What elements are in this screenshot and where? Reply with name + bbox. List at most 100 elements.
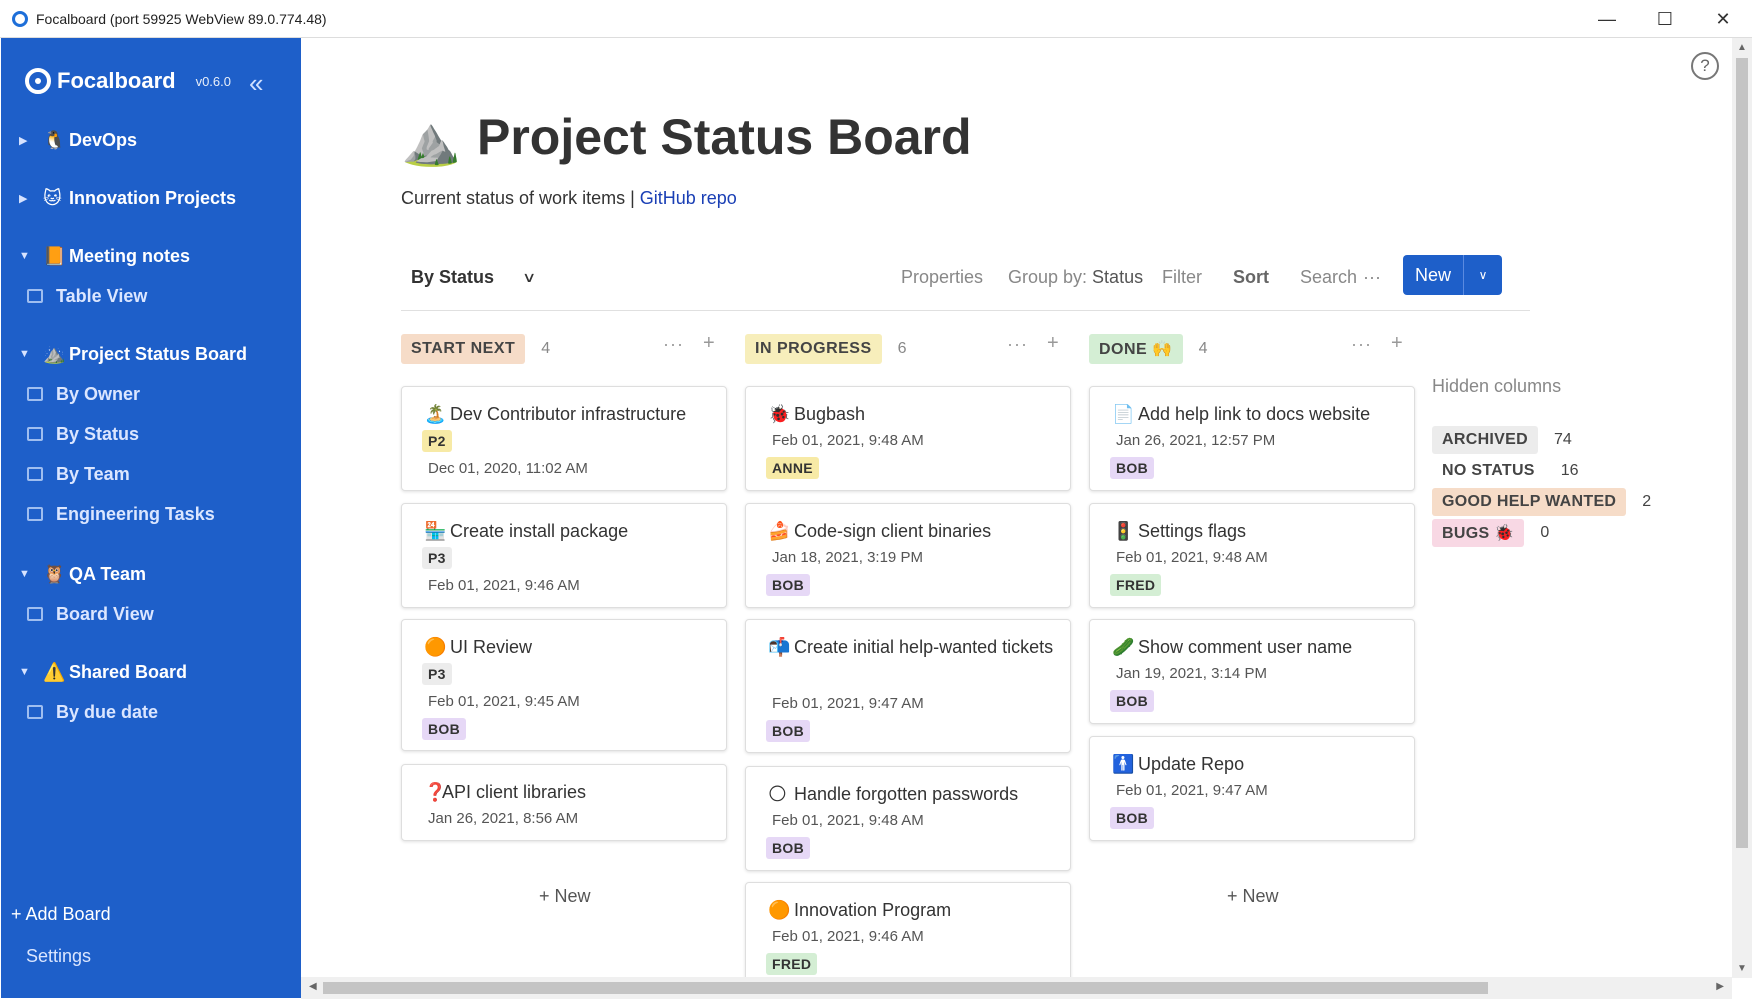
new-dropdown-chevron-icon[interactable]: ∨: [1463, 255, 1502, 295]
card-create-install-package[interactable]: 🏪Create install package P3 Feb 01, 2021,…: [401, 503, 727, 608]
person-tag: ANNE: [766, 457, 819, 479]
sidebar-view-engineering-tasks[interactable]: Engineering Tasks: [1, 494, 301, 534]
group-by-button[interactable]: Group by:Status: [1008, 255, 1143, 299]
hidden-column-label[interactable]: NO STATUS: [1432, 457, 1545, 485]
card-add-help-link-to-docs-website[interactable]: 📄Add help link to docs website Jan 26, 2…: [1089, 386, 1415, 491]
card-show-comment-user-name[interactable]: 🥒Show comment user name Jan 19, 2021, 3:…: [1089, 619, 1415, 724]
help-icon[interactable]: ?: [1691, 52, 1719, 80]
new-button-label[interactable]: New: [1403, 265, 1463, 286]
card-code-sign-client-binaries[interactable]: 🍰Code-sign client binaries Jan 18, 2021,…: [745, 503, 1071, 608]
close-button[interactable]: ✕: [1694, 0, 1752, 38]
view-toolbar: By Status ∨ Properties Group by:Status F…: [401, 255, 1530, 311]
scroll-down-arrow-icon[interactable]: ▼: [1737, 963, 1747, 974]
hidden-column-good-help-wanted[interactable]: GOOD HELP WANTED 2: [1432, 488, 1651, 516]
hidden-column-bugs[interactable]: BUGS 🐞 0: [1432, 519, 1549, 547]
horizontal-scroll-thumb[interactable]: [323, 982, 1488, 994]
column-header-in-progress[interactable]: IN PROGRESS 6: [745, 332, 907, 366]
group-by-value: Status: [1092, 267, 1143, 288]
scroll-right-arrow-icon[interactable]: ▶: [1716, 981, 1724, 992]
sidebar-view-by-team[interactable]: By Team: [1, 454, 301, 494]
sidebar-board-label: Innovation Projects: [69, 188, 236, 209]
sidebar-board-devops[interactable]: ▶ 🐧 DevOps: [1, 120, 301, 160]
column-header-start-next[interactable]: START NEXT 4: [401, 332, 550, 366]
column-add-icon[interactable]: +: [1391, 332, 1403, 355]
scroll-up-arrow-icon[interactable]: ▲: [1737, 42, 1747, 53]
sidebar-view-by-owner[interactable]: By Owner: [1, 374, 301, 414]
sidebar-view-by-due-date[interactable]: By due date: [1, 692, 301, 732]
collapse-triangle-icon[interactable]: ▼: [19, 250, 43, 262]
table-view-icon: [27, 467, 43, 481]
card-create-initial-help-wanted-tickets[interactable]: 📬Create initial help-wanted tickets Feb …: [745, 619, 1071, 753]
hidden-column-no-status[interactable]: NO STATUS 16: [1432, 457, 1579, 485]
card-title-text: Dev Contributor infrastructure: [450, 399, 686, 429]
hidden-column-archived[interactable]: ARCHIVED 74: [1432, 426, 1572, 454]
card-api-client-libraries[interactable]: ❓API client libraries Jan 26, 2021, 8:56…: [401, 764, 727, 841]
collapse-triangle-icon[interactable]: ▼: [19, 568, 43, 580]
sidebar-board-project-status-board[interactable]: ▼ ⛰️ Project Status Board: [1, 334, 301, 374]
card-dev-contributor-infrastructure[interactable]: 🏝️Dev Contributor infrastructure P2 Dec …: [401, 386, 727, 491]
collapse-sidebar-icon[interactable]: «: [249, 68, 257, 99]
table-view-icon: [27, 507, 43, 521]
card-title-text: Settings flags: [1138, 516, 1246, 546]
collapse-triangle-icon[interactable]: ▼: [19, 666, 43, 678]
board-mountain-icon[interactable]: ⛰️: [401, 112, 461, 169]
column-add-icon[interactable]: +: [1047, 332, 1059, 355]
card-handle-forgotten-passwords[interactable]: 🌕Handle forgotten passwords Feb 01, 2021…: [745, 766, 1071, 871]
view-selector[interactable]: By Status ∨: [411, 255, 534, 299]
card-title-text: Create install package: [450, 516, 628, 546]
hidden-column-label[interactable]: BUGS 🐞: [1432, 519, 1524, 547]
column-label[interactable]: START NEXT: [401, 334, 525, 364]
card-bugbash[interactable]: 🐞Bugbash Feb 01, 2021, 9:48 AM ANNE: [745, 386, 1071, 491]
board-view-icon: [27, 387, 43, 401]
hidden-column-label[interactable]: GOOD HELP WANTED: [1432, 488, 1626, 516]
horizontal-scrollbar[interactable]: ◀ ▶: [301, 977, 1732, 999]
column-more-icon[interactable]: ···: [1351, 334, 1372, 355]
board-title[interactable]: Project Status Board: [477, 108, 972, 166]
sidebar-board-shared-board[interactable]: ▼ ⚠️ Shared Board: [1, 652, 301, 692]
sidebar-board-meeting-notes[interactable]: ▼ 📙 Meeting notes: [1, 236, 301, 276]
expand-triangle-icon[interactable]: ▶: [19, 192, 43, 205]
github-repo-link[interactable]: GitHub repo: [640, 188, 737, 208]
person-tag: FRED: [766, 953, 817, 975]
start-next-new-card-button[interactable]: + New: [539, 886, 591, 907]
scroll-left-arrow-icon[interactable]: ◀: [309, 981, 317, 992]
settings-link[interactable]: Settings: [26, 946, 91, 967]
collapse-triangle-icon[interactable]: ▼: [19, 348, 43, 360]
hidden-column-label[interactable]: ARCHIVED: [1432, 426, 1538, 454]
column-add-icon[interactable]: +: [703, 332, 715, 355]
more-options-icon[interactable]: ···: [1363, 255, 1381, 299]
board-view-icon: [27, 427, 43, 441]
card-date: Feb 01, 2021, 9:48 AM: [772, 812, 924, 829]
filter-button[interactable]: Filter: [1162, 255, 1202, 299]
minimize-button[interactable]: —: [1578, 0, 1636, 38]
bug-icon: 🐞: [768, 399, 794, 429]
card-settings-flags[interactable]: 🚦Settings flags Feb 01, 2021, 9:48 AM FR…: [1089, 503, 1415, 608]
sidebar-view-by-status[interactable]: By Status: [1, 414, 301, 454]
vertical-scrollbar[interactable]: ▲ ▼: [1732, 38, 1752, 978]
column-header-done[interactable]: DONE 🙌 4: [1089, 332, 1208, 366]
column-more-icon[interactable]: ···: [1007, 334, 1028, 355]
new-card-button[interactable]: New ∨: [1403, 255, 1502, 295]
properties-button[interactable]: Properties: [901, 255, 983, 299]
expand-triangle-icon[interactable]: ▶: [19, 134, 43, 147]
card-ui-review[interactable]: 🟠UI Review P3 Feb 01, 2021, 9:45 AM BOB: [401, 619, 727, 751]
column-more-icon[interactable]: ···: [663, 334, 684, 355]
hidden-column-count: 16: [1561, 462, 1579, 480]
sidebar-view-table-view[interactable]: Table View: [1, 276, 301, 316]
card-update-repo[interactable]: 🚹Update Repo Feb 01, 2021, 9:47 AM BOB: [1089, 736, 1415, 841]
sidebar-board-qa-team[interactable]: ▼ 🦉 QA Team: [1, 554, 301, 594]
sidebar-view-board-view[interactable]: Board View: [1, 594, 301, 634]
add-board-button[interactable]: + Add Board: [11, 904, 111, 925]
sort-button[interactable]: Sort: [1233, 255, 1269, 299]
maximize-button[interactable]: ☐: [1636, 0, 1694, 38]
done-new-card-button[interactable]: + New: [1227, 886, 1279, 907]
card-title-text: Bugbash: [794, 399, 865, 429]
column-label[interactable]: DONE 🙌: [1089, 334, 1183, 364]
column-label[interactable]: IN PROGRESS: [745, 334, 882, 364]
sidebar-board-innovation-projects[interactable]: ▶ 🐱 Innovation Projects: [1, 178, 301, 218]
cat-icon: 🐱: [43, 188, 69, 209]
vertical-scroll-thumb[interactable]: [1736, 58, 1748, 848]
board-description[interactable]: Current status of work items | GitHub re…: [401, 188, 737, 209]
chevron-down-icon: ∨: [522, 269, 536, 286]
search-button[interactable]: Search: [1300, 255, 1357, 299]
